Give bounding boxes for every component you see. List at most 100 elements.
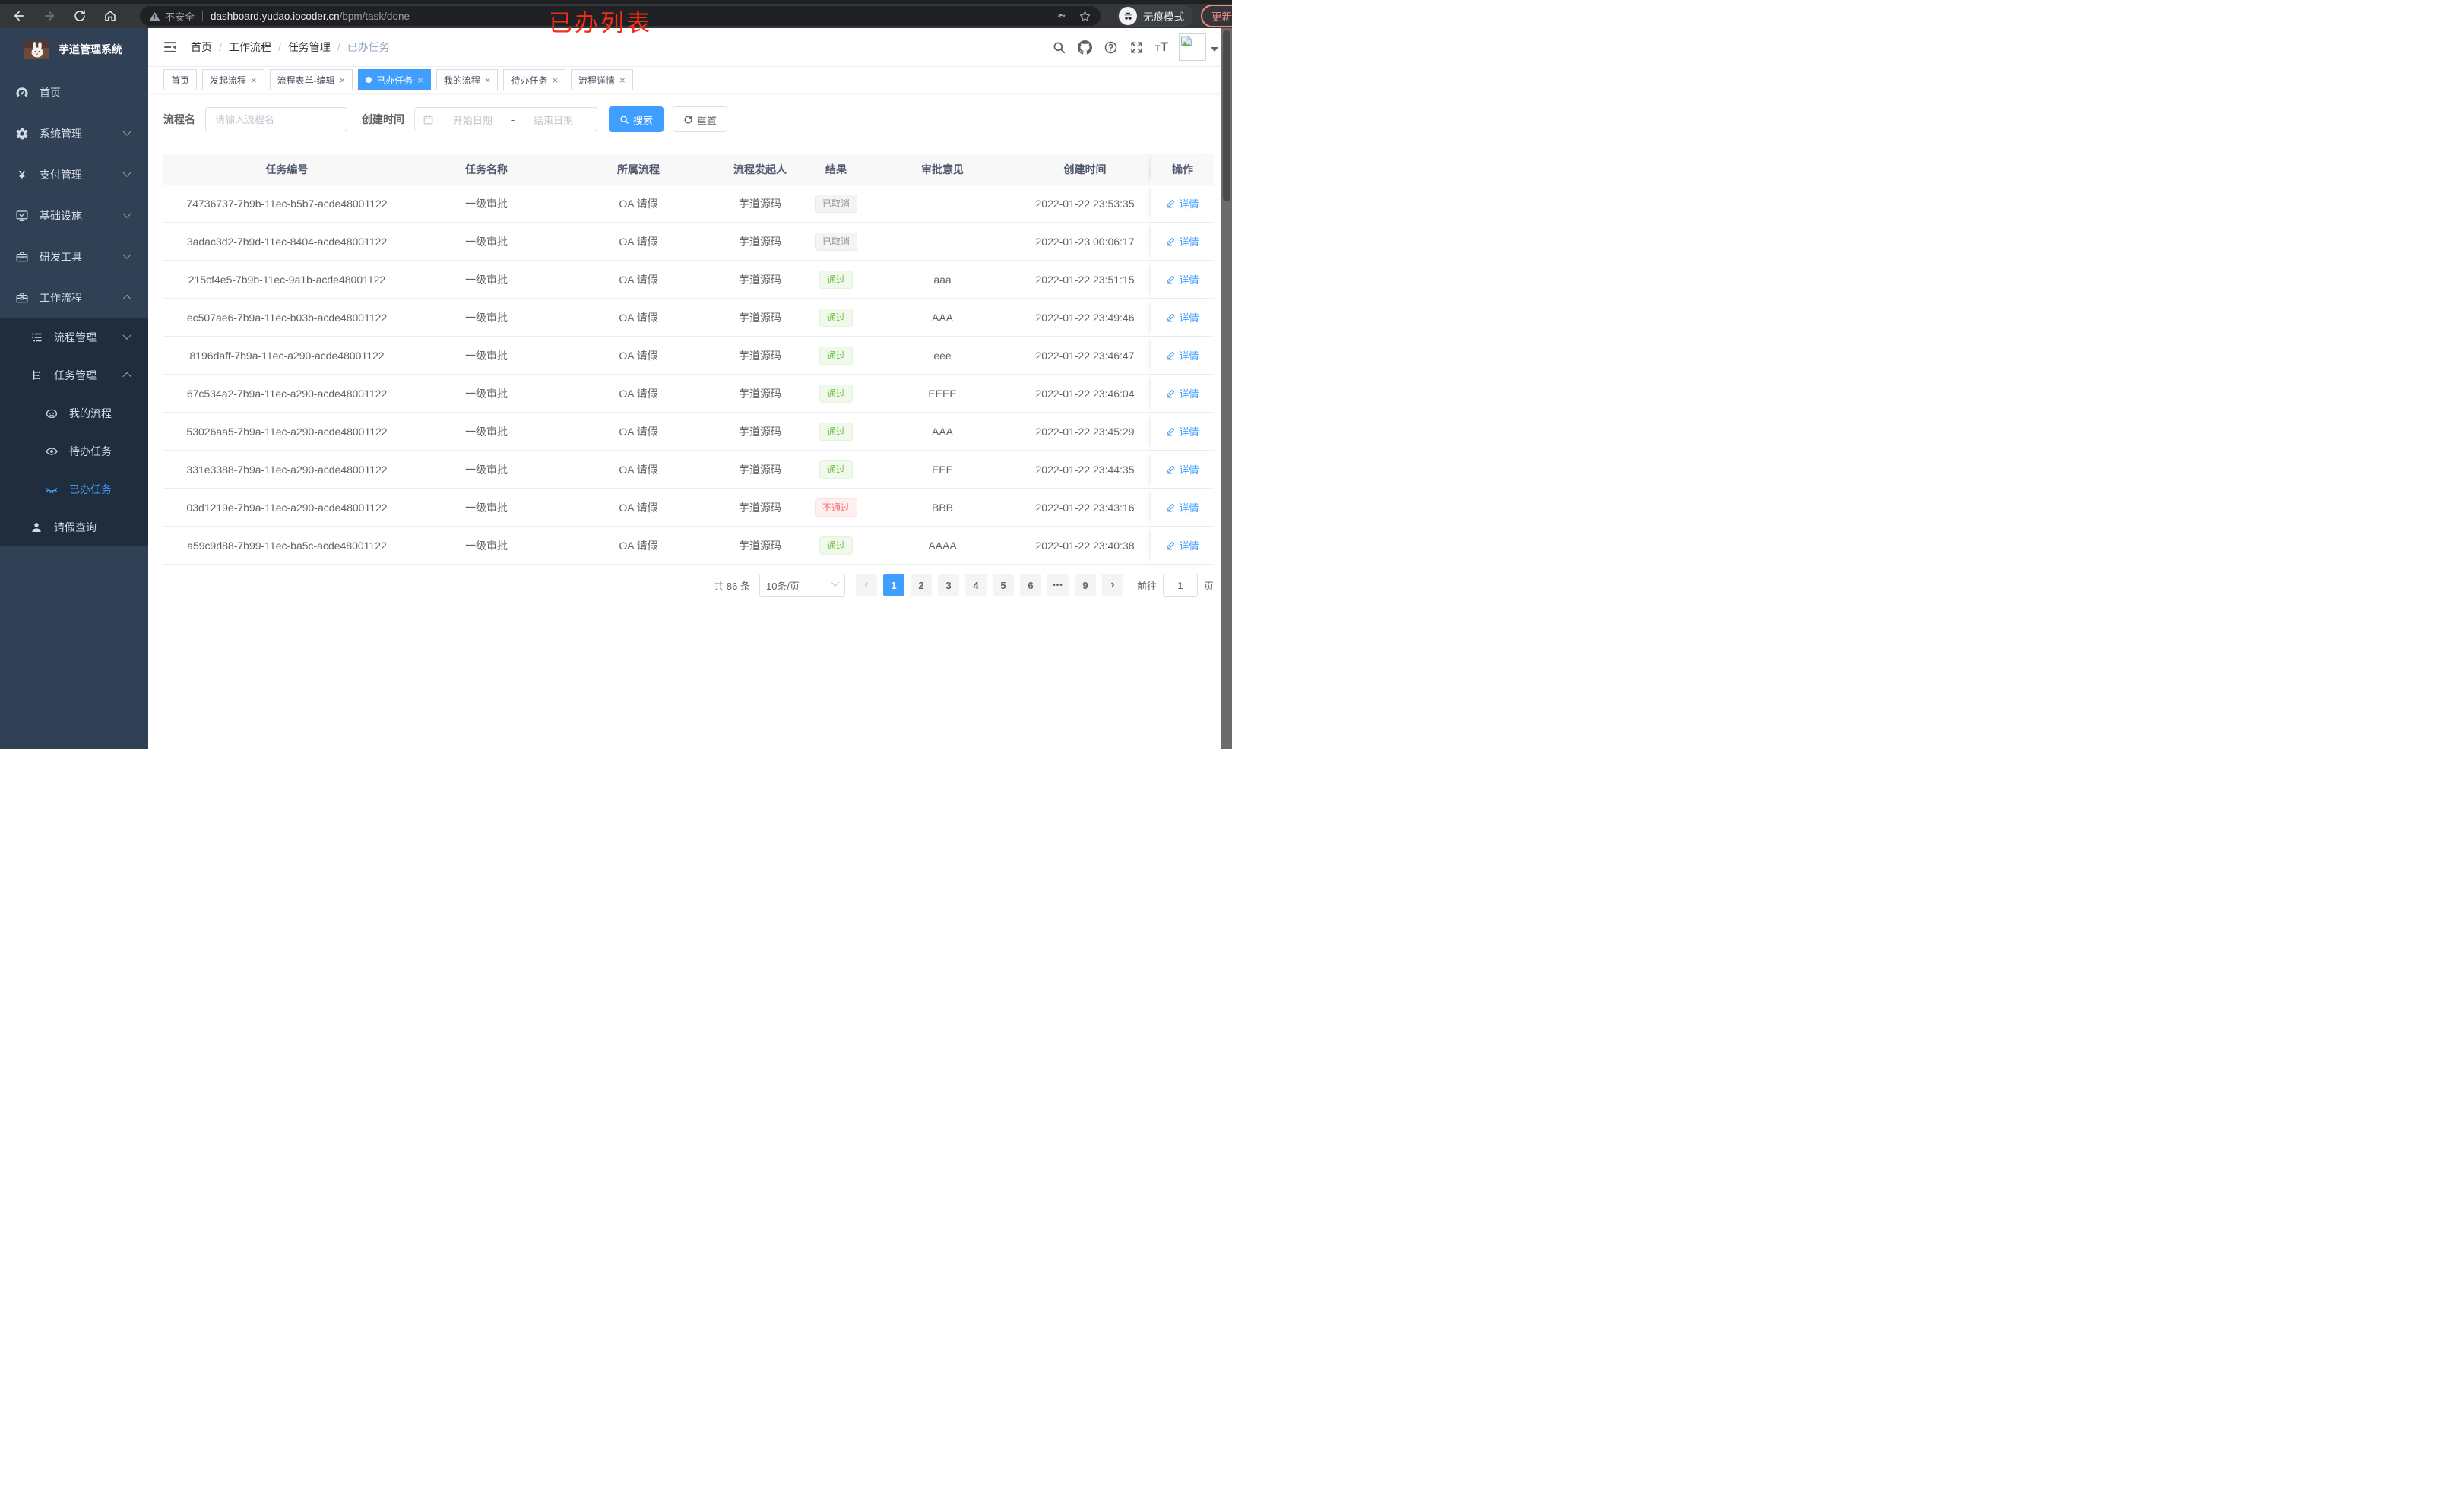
page-scrollbar[interactable] — [1221, 28, 1232, 748]
detail-link[interactable]: 详情 — [1166, 462, 1199, 476]
logo[interactable]: 芋道管理系统 — [0, 28, 148, 71]
sidebar-item-8[interactable]: 我的流程 — [0, 394, 148, 432]
fullscreen-icon[interactable] — [1129, 40, 1144, 55]
page-more-button[interactable]: ••• — [1047, 574, 1069, 596]
edit-icon — [1166, 274, 1176, 284]
tag-close-icon[interactable]: × — [251, 75, 257, 85]
avatar[interactable] — [1179, 33, 1206, 61]
task-id-cell: a59c9d88-7b99-11ec-ba5c-acde48001122 — [187, 539, 387, 552]
action-cell: 详情 — [1151, 299, 1214, 336]
action-cell: 详情 — [1151, 413, 1214, 450]
edit-icon — [1166, 464, 1176, 474]
avatar-dropdown-caret-icon[interactable] — [1211, 46, 1218, 55]
help-icon[interactable] — [1104, 40, 1118, 55]
security-label[interactable]: 不安全 — [165, 9, 195, 24]
end-date-placeholder[interactable]: 结束日期 — [518, 112, 589, 127]
detail-link[interactable]: 详情 — [1166, 348, 1199, 362]
edit-icon — [1166, 426, 1176, 436]
back-icon[interactable] — [12, 9, 26, 23]
sidebar-collapse-icon[interactable] — [163, 40, 178, 55]
detail-link[interactable]: 详情 — [1166, 500, 1199, 514]
page-button-6[interactable]: 6 — [1019, 574, 1041, 596]
detail-link[interactable]: 详情 — [1166, 196, 1199, 210]
goto-page-input[interactable] — [1162, 574, 1198, 597]
detail-link[interactable]: 详情 — [1166, 386, 1199, 400]
calendar-icon — [423, 114, 434, 125]
sidebar-item-4[interactable]: 研发工具 — [0, 236, 148, 277]
task-id-cell: ec507ae6-7b9a-11ec-b03b-acde48001122 — [186, 311, 388, 324]
reset-button[interactable]: 重置 — [673, 106, 728, 132]
date-range-picker[interactable]: 开始日期 - 结束日期 — [414, 107, 597, 131]
result-cell: 通过 — [806, 460, 866, 479]
tag-close-icon[interactable]: × — [619, 75, 626, 85]
briefcase-icon — [15, 291, 29, 305]
password-key-icon[interactable] — [1055, 10, 1068, 23]
detail-link[interactable]: 详情 — [1166, 538, 1199, 552]
detail-link[interactable]: 详情 — [1166, 310, 1199, 324]
tag-close-icon[interactable]: × — [552, 75, 558, 85]
detail-link[interactable]: 详情 — [1166, 424, 1199, 438]
sidebar-menu: 首页 系统管理 ¥ 支付管理 基础设施 研发工具 工作流程 流程管理 任务管理 我的流程 待办任务已… — [0, 72, 148, 546]
result-cell: 不通过 — [806, 498, 866, 517]
tag-close-icon[interactable]: × — [340, 75, 346, 85]
incognito-badge: 无痕模式 — [1117, 5, 1193, 27]
update-button[interactable]: 更新 — [1201, 5, 1232, 27]
task-name-cell: 一级审批 — [465, 539, 508, 552]
reload-icon[interactable] — [73, 9, 87, 23]
tag-close-icon[interactable]: × — [485, 75, 491, 85]
page-button-5[interactable]: 5 — [992, 574, 1014, 596]
next-page-button[interactable]: › — [1101, 574, 1123, 596]
tag-2[interactable]: 流程表单-编辑 × — [269, 69, 353, 90]
page-button-1[interactable]: 1 — [882, 574, 904, 596]
sidebar-item-1[interactable]: 系统管理 — [0, 113, 148, 154]
result-badge: 通过 — [819, 346, 853, 365]
page-button-4[interactable]: 4 — [964, 574, 987, 596]
tag-6[interactable]: 流程详情 × — [571, 69, 633, 90]
search-icon[interactable] — [1052, 40, 1066, 55]
process-name-input[interactable] — [214, 112, 339, 126]
home-icon[interactable] — [103, 9, 117, 23]
tag-0[interactable]: 首页 — [163, 69, 198, 90]
sidebar-item-7[interactable]: 任务管理 — [0, 356, 148, 394]
active-tag-dot — [366, 77, 372, 83]
forward-icon[interactable] — [43, 9, 56, 23]
sidebar-item-9[interactable]: 待办任务 — [0, 432, 148, 470]
tag-1[interactable]: 发起流程 × — [202, 69, 264, 90]
page-button-3[interactable]: 3 — [937, 574, 959, 596]
svg-text:¥: ¥ — [19, 169, 25, 182]
page-size-select[interactable]: 10条/页 — [759, 574, 845, 597]
page-button-2[interactable]: 2 — [910, 574, 932, 596]
sidebar-item-6[interactable]: 流程管理 — [0, 318, 148, 356]
sidebar-item-11[interactable]: 请假查询 — [0, 508, 148, 546]
detail-link[interactable]: 详情 — [1166, 234, 1199, 248]
breadcrumb-link[interactable]: 任务管理 — [288, 40, 331, 55]
sidebar-item-2[interactable]: ¥ 支付管理 — [0, 154, 148, 195]
column-header-7: 操作 — [1151, 154, 1214, 185]
breadcrumb-link[interactable]: 工作流程 — [229, 40, 271, 55]
prev-page-button[interactable]: ‹ — [855, 574, 877, 596]
sidebar-item-0[interactable]: 首页 — [0, 72, 148, 113]
sidebar-item-3[interactable]: 基础设施 — [0, 195, 148, 236]
create-time-cell: 2022-01-22 23:51:15 — [1035, 273, 1135, 286]
tag-3[interactable]: 已办任务 × — [358, 69, 431, 90]
sidebar-item-5[interactable]: 工作流程 — [0, 277, 148, 318]
tag-5[interactable]: 待办任务 × — [503, 69, 566, 90]
page-button-9[interactable]: 9 — [1074, 574, 1096, 596]
chevron-down-icon — [122, 168, 131, 177]
github-icon[interactable] — [1077, 40, 1092, 55]
bookmark-star-icon[interactable] — [1078, 10, 1091, 23]
detail-link[interactable]: 详情 — [1166, 272, 1199, 286]
sidebar-item-10[interactable]: 已办任务 — [0, 470, 148, 508]
process-name-input-wrap — [205, 107, 347, 131]
process-cell: OA 请假 — [619, 387, 658, 400]
url-path[interactable]: /bpm/task/done — [340, 11, 410, 22]
column-header-6: 创建时间 — [1063, 163, 1107, 176]
url-host[interactable]: dashboard.yudao.iocoder.cn — [211, 11, 340, 22]
search-button[interactable]: 搜索 — [609, 106, 664, 132]
font-size-icon[interactable]: TT — [1155, 40, 1168, 55]
scrollbar-thumb[interactable] — [1223, 30, 1230, 201]
start-date-placeholder[interactable]: 开始日期 — [437, 112, 508, 127]
breadcrumb-link[interactable]: 首页 — [191, 40, 212, 55]
tag-close-icon[interactable]: × — [417, 75, 423, 85]
tag-4[interactable]: 我的流程 × — [435, 69, 499, 90]
